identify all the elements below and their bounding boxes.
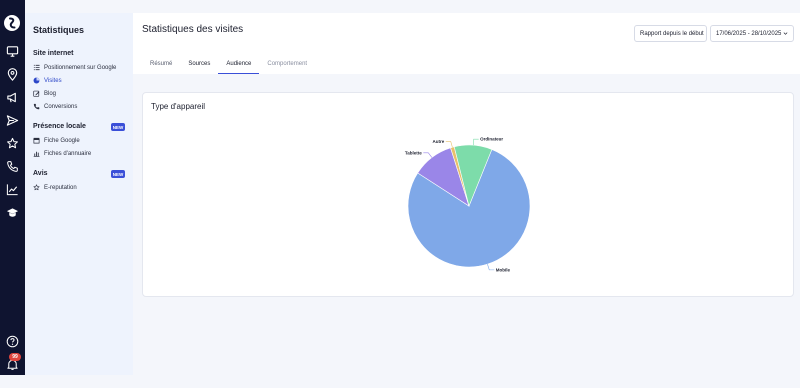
new-badge: NEW — [111, 170, 125, 178]
icon-rail: 99 — [0, 0, 25, 375]
map-pin-icon[interactable] — [4, 66, 20, 82]
sidebar-item-ereputation[interactable]: E-reputation — [33, 184, 77, 191]
sidebar-item-visites[interactable]: Visites — [33, 77, 62, 84]
tab-bar: Résumé Sources Audience Comportement — [142, 57, 315, 74]
sidebar-item-label: E-reputation — [44, 184, 77, 191]
section-avis: Avis — [33, 170, 48, 177]
page-header: Statistiques des visites Rapport depuis … — [133, 13, 800, 74]
pie-label-ordinateur: Ordinateur — [480, 137, 503, 142]
chevron-down-icon — [783, 32, 788, 35]
sidebar-item-blog[interactable]: Blog — [33, 90, 56, 97]
bar-chart-icon — [33, 151, 40, 157]
tab-comportement[interactable]: Comportement — [259, 57, 315, 74]
pie-label-mobile: Mobile — [496, 267, 511, 272]
sidebar-item-fiche-google[interactable]: Fiche Google — [33, 137, 80, 144]
sidebar-item-label: Positionnement sur Google — [44, 64, 117, 71]
new-badge: NEW — [111, 123, 125, 131]
sidebar-item-label: Blog — [44, 90, 57, 97]
sidebar-item-positionnement[interactable]: Positionnement sur Google — [33, 64, 116, 71]
star-icon — [33, 184, 40, 191]
pie-label-autre: Autre — [432, 139, 444, 144]
sidebar-item-label: Fiches d'annuaire — [44, 150, 92, 157]
sidebar: Statistiques Site internet Positionnemen… — [25, 13, 133, 375]
notification-badge: 99 — [9, 353, 21, 361]
megaphone-icon[interactable] — [4, 89, 20, 105]
pie-leader-line — [445, 141, 453, 148]
graduation-cap-icon[interactable] — [4, 204, 20, 220]
sidebar-item-conversions[interactable]: Conversions — [33, 103, 77, 110]
sidebar-item-label: Fiche Google — [44, 137, 80, 144]
date-range-label: 17/06/2025 - 28/10/2025 — [716, 30, 782, 37]
report-since-start-button[interactable]: Rapport depuis le début — [634, 25, 707, 42]
pie-label-tablette: Tablette — [405, 150, 422, 155]
app-logo-icon[interactable] — [4, 15, 20, 31]
help-icon[interactable] — [4, 333, 20, 349]
main-content: Statistiques des visites Rapport depuis … — [133, 13, 800, 375]
section-presence-locale: Présence locale — [33, 123, 86, 130]
device-type-pie-chart: Mobile Tablette Autre Ordinateur — [405, 137, 531, 272]
tab-resume[interactable]: Résumé — [142, 57, 180, 74]
edit-icon — [33, 90, 40, 97]
sidebar-item-fiches-annuaire[interactable]: Fiches d'annuaire — [33, 150, 91, 157]
tab-sources[interactable]: Sources — [180, 57, 218, 74]
phone-icon[interactable] — [4, 158, 20, 174]
monitor-icon[interactable] — [4, 43, 20, 59]
phone-icon — [33, 103, 40, 110]
tab-audience[interactable]: Audience — [218, 57, 260, 74]
pie-chart-icon — [33, 77, 40, 84]
star-icon[interactable] — [4, 135, 20, 151]
pie-leader-line — [487, 264, 495, 271]
sidebar-title: Statistiques — [33, 25, 85, 35]
sidebar-item-label: Visites — [44, 77, 62, 84]
page-title: Statistiques des visites — [142, 24, 244, 35]
store-icon — [33, 137, 40, 144]
section-site-internet: Site internet — [33, 50, 74, 57]
send-icon[interactable] — [4, 112, 20, 128]
date-range-picker[interactable]: 17/06/2025 - 28/10/2025 — [710, 25, 794, 42]
pie-leader-line — [472, 138, 479, 146]
device-type-card: Type d'appareil Mobile Tablette Autre Ordin… — [142, 92, 794, 297]
sidebar-item-label: Conversions — [44, 103, 78, 110]
chart-line-icon[interactable] — [0, 177, 25, 201]
pie-leader-line — [423, 152, 433, 158]
list-icon — [33, 64, 40, 71]
